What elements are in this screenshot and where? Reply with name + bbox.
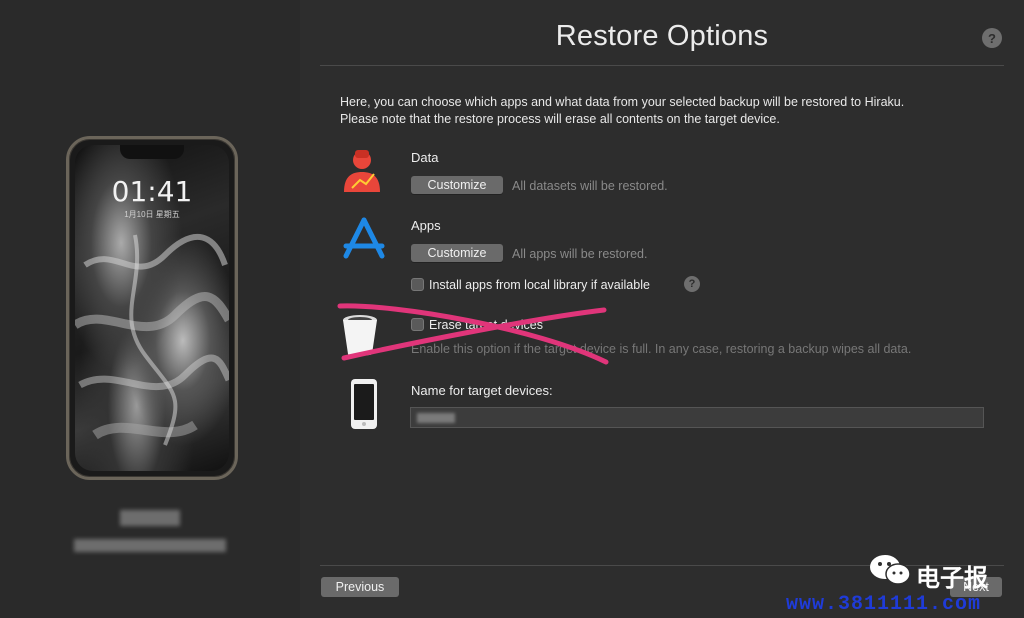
watermark-url: www.3811111.com — [786, 593, 982, 616]
description: Here, you can choose which apps and what… — [340, 94, 904, 128]
install-help-icon[interactable]: ? — [684, 276, 700, 292]
device-sidebar: 01:41 1月10日 星期五 — [0, 0, 300, 618]
description-line-1: Here, you can choose which apps and what… — [340, 95, 905, 109]
apps-label: Apps — [411, 218, 441, 233]
watermark-text: 电子报 — [916, 565, 988, 592]
apps-customize-button[interactable]: Customize — [411, 244, 503, 262]
phone-notch — [120, 145, 184, 159]
restore-options-window: 01:41 1月10日 星期五 Restore Options ? Here, … — [0, 0, 1024, 618]
red-x-strike-mark — [337, 303, 609, 365]
device-image: 01:41 1月10日 星期五 — [66, 136, 238, 480]
iphone-icon — [351, 379, 377, 429]
device-info-redacted — [74, 539, 226, 552]
data-customize-button[interactable]: Customize — [411, 176, 503, 194]
wechat-icon — [870, 555, 911, 585]
lock-screen-date: 1月10日 星期五 — [124, 210, 180, 219]
data-label: Data — [411, 150, 439, 165]
data-person-icon — [344, 150, 380, 192]
device-name-redacted — [417, 413, 455, 423]
data-hint: All datasets will be restored. — [512, 179, 668, 193]
help-icon[interactable]: ? — [982, 28, 1002, 48]
name-label: Name for target devices: — [411, 383, 553, 398]
previous-button[interactable]: Previous — [321, 577, 399, 597]
description-line-2: Please note that the restore process wil… — [340, 112, 780, 126]
page-title: Restore Options — [555, 20, 769, 52]
device-name-redacted — [120, 510, 180, 526]
lock-screen-time: 01:41 — [111, 175, 193, 208]
lock-screen: 01:41 1月10日 星期五 — [75, 145, 229, 471]
divider — [320, 65, 1004, 66]
device-name-input[interactable] — [410, 407, 984, 428]
app-store-icon — [343, 217, 385, 259]
install-local-apps-checkbox[interactable] — [411, 278, 424, 291]
install-local-apps-label: Install apps from local library if avail… — [429, 278, 650, 292]
apps-hint: All apps will be restored. — [512, 247, 648, 261]
